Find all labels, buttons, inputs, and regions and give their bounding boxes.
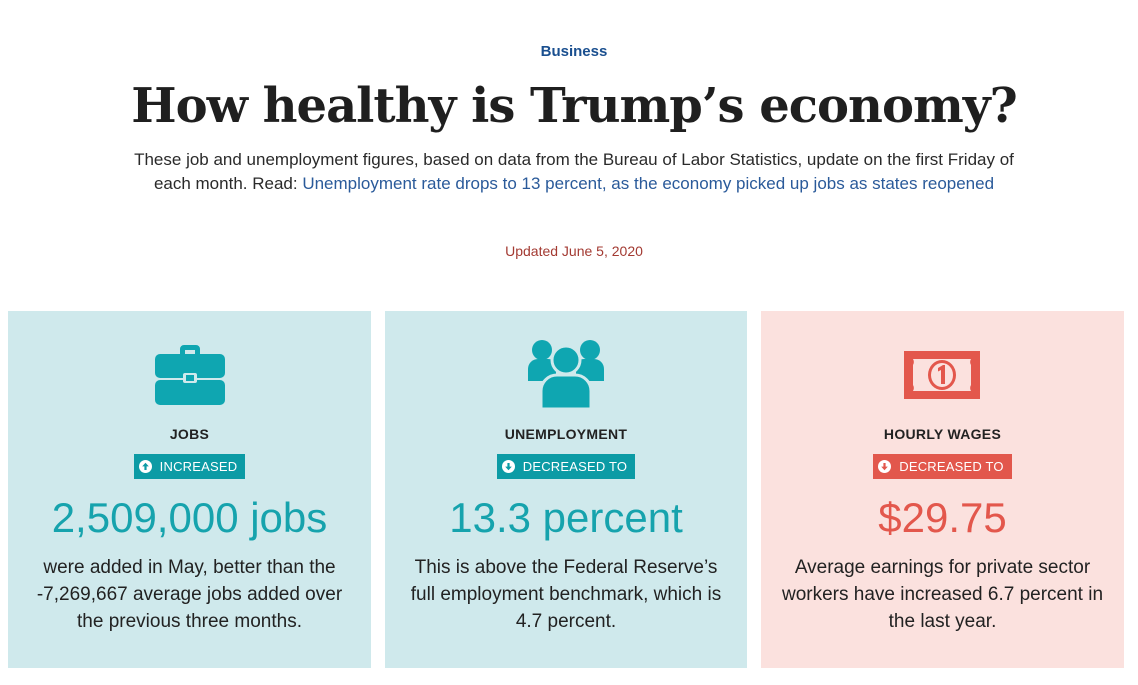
jobs-description: were added in May, better than the -7,26… (36, 557, 343, 632)
arrow-down-circle-icon (878, 460, 892, 473)
wages-badge-label: DECREASED TO (899, 459, 1004, 474)
unemployment-description: This is above the Federal Reserve’s full… (410, 557, 722, 632)
wages-value: $29.75 (878, 494, 1007, 541)
related-article-link[interactable]: Unemployment rate drops to 13 percent, a… (302, 174, 994, 193)
intro-paragraph: These job and unemployment figures, base… (132, 148, 1016, 196)
jobs-card: JOBS INCREASED 2,509,000 jobs were added… (8, 311, 371, 668)
wages-label: HOURLY WAGES (883, 426, 1002, 442)
wages-trend-badge: DECREASED TO (873, 454, 1012, 479)
jobs-label: JOBS (169, 426, 210, 442)
section-kicker-link[interactable]: Business (0, 43, 1138, 60)
jobs-trend-badge: INCREASED (133, 454, 246, 479)
unemployment-label: UNEMPLOYMENT (504, 426, 628, 442)
unemployment-trend-badge: DECREASED TO (496, 454, 636, 479)
wages-description: Average earnings for private sector work… (781, 557, 1104, 632)
updated-timestamp: Updated June 5, 2020 (505, 243, 643, 259)
page-title: How healthy is Trump’s economy? (131, 78, 1018, 134)
unemployment-badge-label: DECREASED TO (522, 459, 628, 474)
wages-card: HOURLY WAGES DECREASED TO $29.75 Average… (761, 311, 1124, 668)
briefcase-icon (8, 335, 371, 415)
people-group-icon (385, 335, 747, 415)
arrow-down-circle-icon (501, 460, 515, 473)
jobs-value: 2,509,000 jobs (51, 494, 328, 541)
arrow-up-circle-icon (138, 460, 152, 473)
unemployment-value: 13.3 percent (449, 494, 683, 541)
dollar-bill-icon (761, 335, 1124, 415)
jobs-badge-label: INCREASED (159, 459, 238, 474)
unemployment-card: UNEMPLOYMENT DECREASED TO 13.3 percent T… (385, 311, 747, 668)
